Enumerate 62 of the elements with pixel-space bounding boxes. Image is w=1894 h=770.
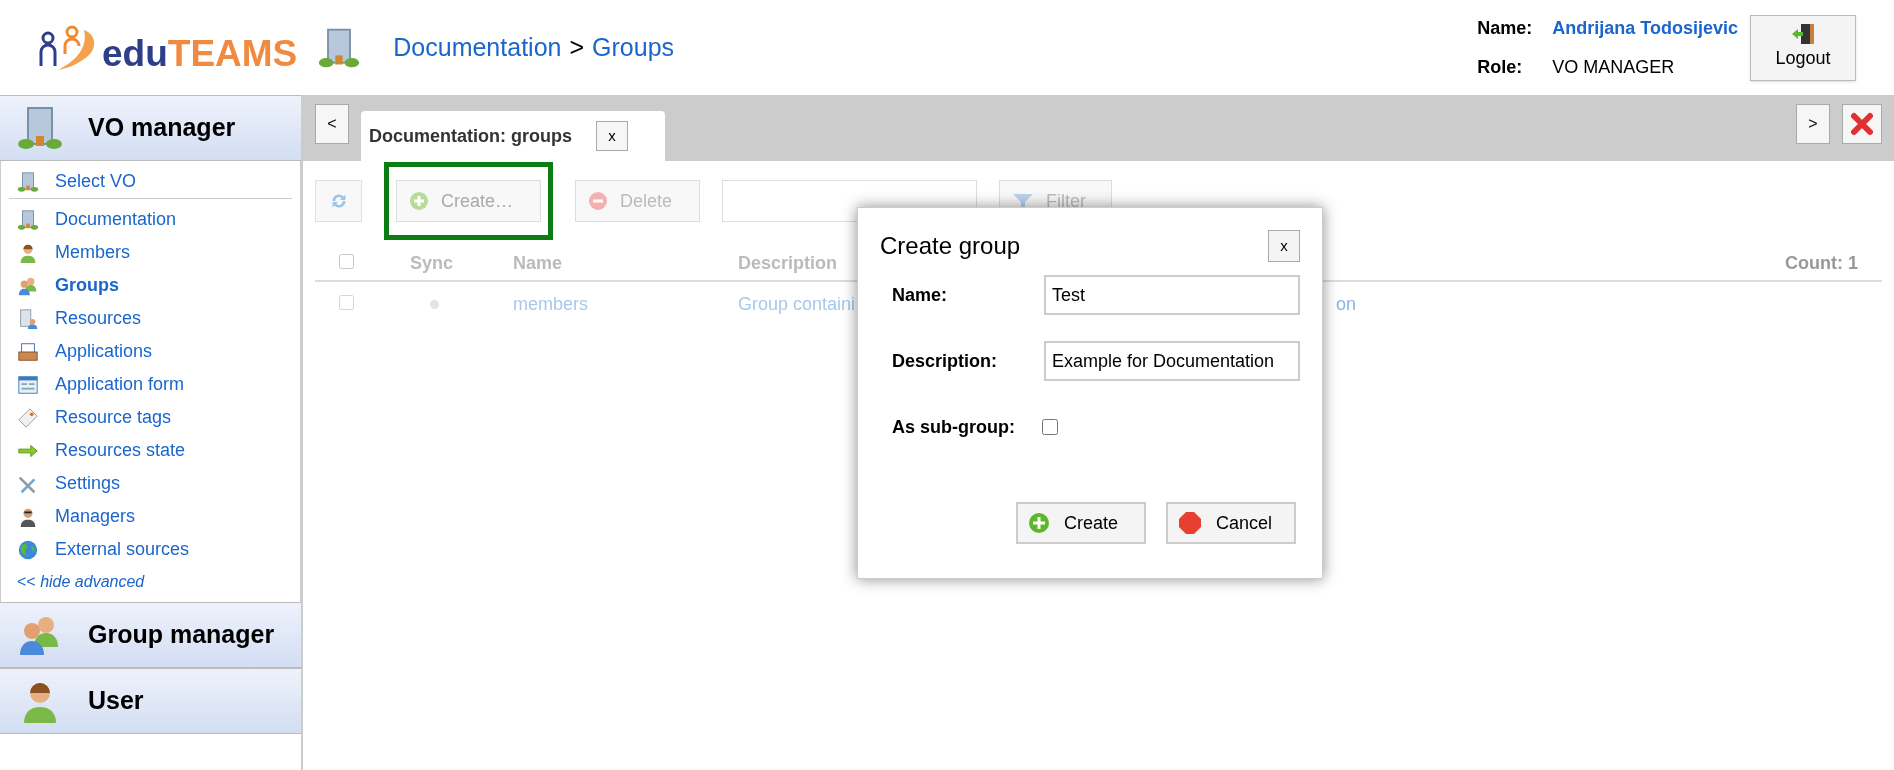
plus-icon: [409, 191, 429, 211]
create-button[interactable]: Create: [1016, 502, 1146, 544]
section-header[interactable]: VO manager: [0, 95, 301, 161]
sidebar-item[interactable]: Applications: [9, 335, 292, 368]
building-icon: [16, 104, 64, 152]
tab[interactable]: Documentation: groups x: [361, 111, 665, 161]
close-icon: [1850, 112, 1874, 136]
sidebar-item[interactable]: Settings: [9, 467, 292, 500]
sidebar-item[interactable]: Resources: [9, 302, 292, 335]
dialog-title: Create group: [880, 231, 1021, 261]
stop-icon: [1178, 511, 1202, 535]
tag-icon: [17, 406, 39, 429]
table-cell-text: on: [1336, 292, 1357, 316]
document-icon: [17, 307, 39, 330]
sidebar-item[interactable]: Groups: [9, 269, 292, 302]
section-header[interactable]: User: [0, 668, 301, 734]
breadcrumb-link[interactable]: Documentation: [393, 28, 562, 67]
inbox-icon: [17, 340, 39, 363]
column-header: Sync: [409, 251, 455, 275]
text-field[interactable]: Example for Documentation: [1044, 341, 1300, 381]
close-all-button[interactable]: [1842, 104, 1882, 144]
globe-icon: [17, 538, 39, 561]
table-cell-text: Group containi: [738, 292, 857, 316]
form-icon: [17, 373, 39, 396]
funnel-icon: [1012, 193, 1034, 209]
count-label: Count: 1: [1785, 251, 1859, 275]
field-label: Description:: [892, 349, 998, 373]
field-label: As sub-group:: [892, 415, 1016, 439]
sidebar-item[interactable]: Managers: [9, 500, 292, 533]
logo-text: eduTEAMS: [102, 34, 298, 72]
cancel-button[interactable]: Cancel: [1166, 502, 1296, 544]
refresh-button[interactable]: [315, 180, 362, 222]
building-icon: [17, 208, 39, 231]
sidebar-item[interactable]: External sources: [9, 533, 292, 566]
tab-close-button[interactable]: x: [596, 121, 628, 151]
door-icon: [1791, 23, 1815, 45]
sidebar-item[interactable]: Select VO: [9, 165, 292, 198]
column-header: Description: [738, 251, 839, 275]
tab-next-button[interactable]: >: [1796, 104, 1830, 144]
checkbox[interactable]: [1042, 419, 1058, 435]
name-label: Name:: [1477, 16, 1533, 40]
role-label: Role:: [1477, 55, 1524, 79]
plus-icon: [1028, 512, 1050, 534]
breadcrumb-separator: >: [569, 31, 585, 63]
minus-icon: [588, 191, 608, 211]
sidebar-item[interactable]: Application form: [9, 368, 292, 401]
column-header: Name: [513, 251, 564, 275]
sidebar-item[interactable]: Resources state: [9, 434, 292, 467]
sidebar-item[interactable]: Resource tags: [9, 401, 292, 434]
dialog-close-button[interactable]: x: [1268, 230, 1300, 262]
logout-button[interactable]: Logout: [1750, 14, 1856, 81]
text-field[interactable]: Test: [1044, 275, 1300, 315]
breadcrumb-link[interactable]: Groups: [592, 28, 675, 67]
tab-prev-button[interactable]: <: [315, 104, 349, 144]
sidebar-item[interactable]: Documentation: [9, 203, 292, 236]
section-header[interactable]: Group manager: [0, 602, 301, 668]
role-value: VO MANAGER: [1552, 55, 1676, 79]
user-name: Andrijana Todosijevic: [1552, 16, 1738, 40]
hide-advanced-link[interactable]: << hide advanced: [9, 566, 292, 598]
sidebar-item[interactable]: Members: [9, 236, 292, 269]
building-icon: [17, 170, 39, 193]
field-label: Name:: [892, 283, 949, 307]
